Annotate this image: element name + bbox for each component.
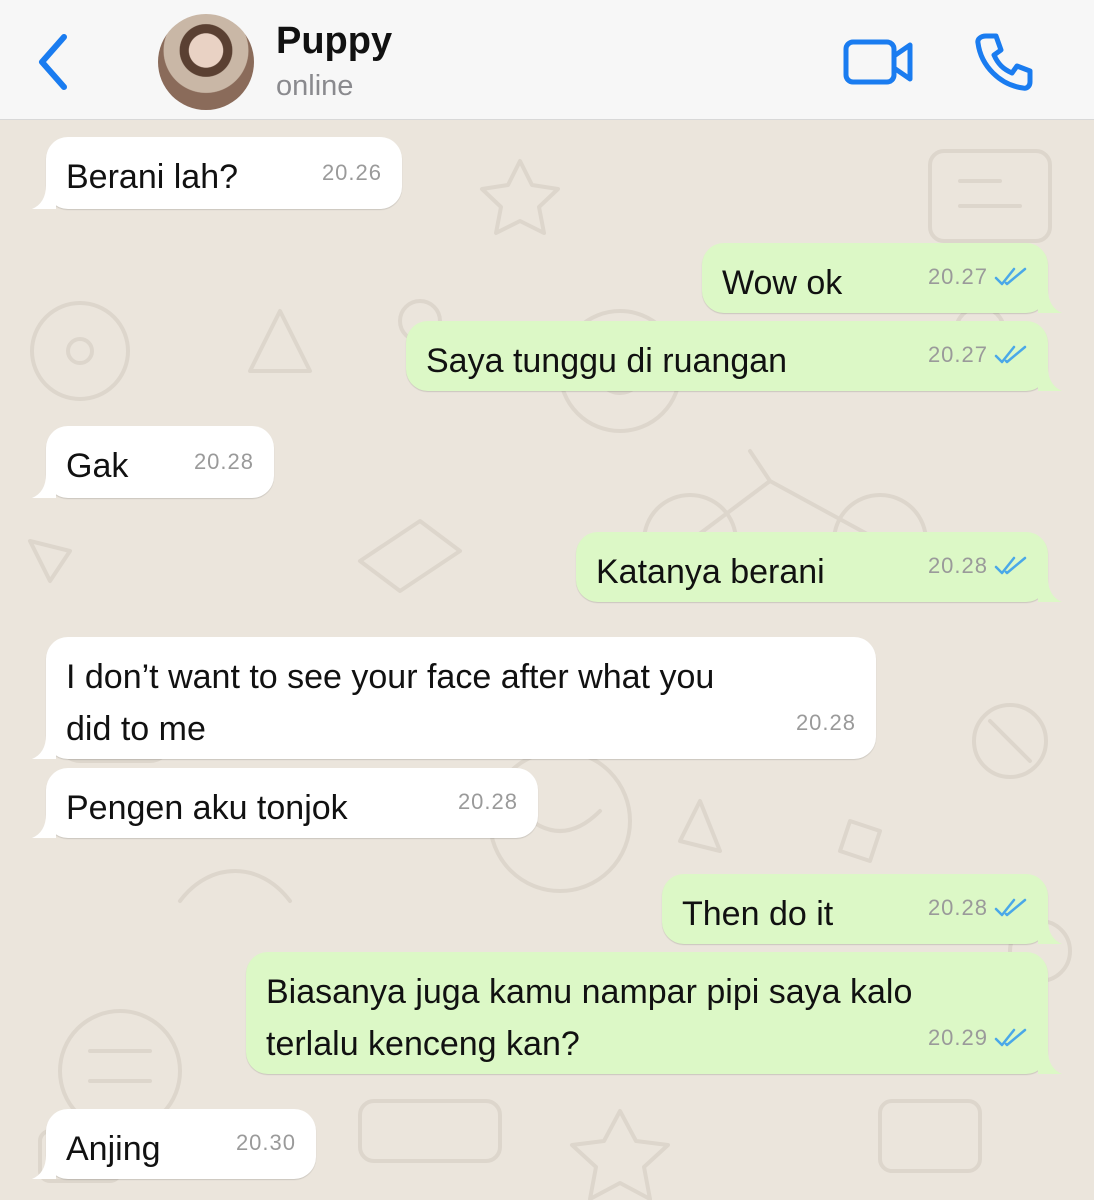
avatar[interactable]	[158, 14, 254, 110]
bubble-tail	[32, 814, 56, 838]
bubble-tail	[1038, 289, 1062, 313]
double-check-read-icon	[994, 898, 1027, 917]
incoming-message[interactable]: Berani lah? 20.26	[32, 137, 402, 209]
double-check-read-icon	[994, 345, 1027, 364]
message-meta: 20.28	[928, 882, 1028, 934]
double-check-read-icon	[994, 267, 1027, 286]
message-time: 20.28	[927, 553, 988, 578]
message-time: 20.28	[457, 789, 518, 814]
message-meta: 20.28	[194, 436, 254, 488]
bubble-tail	[1038, 578, 1062, 602]
message-time: 20.28	[795, 710, 856, 735]
message-meta: 20.28	[928, 540, 1028, 592]
message-meta: 20.28	[458, 776, 518, 828]
outgoing-message[interactable]: Then do it 20.28	[662, 874, 1062, 944]
bubble-tail	[1038, 367, 1062, 391]
message-text: I don’t want to see your face after what…	[66, 658, 715, 748]
double-check-read-icon	[994, 1028, 1027, 1047]
message-time: 20.27	[927, 264, 988, 289]
message-time: 20.28	[927, 895, 988, 920]
contact-name[interactable]: Puppy	[276, 20, 392, 63]
incoming-message[interactable]: Gak 20.28	[32, 426, 274, 498]
outgoing-message[interactable]: Wow ok 20.27	[702, 243, 1062, 313]
bubble-tail	[32, 474, 56, 498]
chat-header: Puppy online	[0, 0, 1094, 120]
video-camera-icon	[843, 39, 913, 85]
voice-call-button[interactable]	[972, 30, 1036, 94]
message-text: Biasanya juga kamu nampar pipi saya kalo…	[266, 973, 913, 1063]
incoming-message[interactable]: Anjing 20.30	[32, 1109, 316, 1179]
message-meta: 20.26	[322, 147, 382, 199]
message-time: 20.27	[927, 342, 988, 367]
video-call-button[interactable]	[842, 34, 914, 90]
message-time: 20.26	[321, 160, 382, 185]
message-meta: 20.27	[928, 251, 1028, 303]
back-button[interactable]	[28, 30, 78, 94]
outgoing-message[interactable]: Katanya berani 20.28	[576, 532, 1062, 602]
chevron-left-icon	[39, 34, 67, 90]
message-time: 20.30	[235, 1130, 296, 1155]
message-meta: 20.30	[236, 1117, 296, 1169]
phone-icon	[975, 33, 1033, 91]
incoming-message[interactable]: Pengen aku tonjok 20.28	[32, 768, 538, 838]
message-meta: 20.28	[796, 697, 856, 749]
outgoing-message[interactable]: Biasanya juga kamu nampar pipi saya kalo…	[246, 952, 1062, 1074]
contact-status: online	[276, 70, 354, 102]
message-time: 20.29	[927, 1025, 988, 1050]
message-time: 20.28	[193, 449, 254, 474]
message-meta: 20.27	[928, 329, 1028, 381]
message-text: Pengen aku tonjok	[66, 789, 348, 827]
bubble-tail	[32, 735, 56, 759]
outgoing-message[interactable]: Saya tunggu di ruangan 20.27	[406, 321, 1062, 391]
bubble-tail	[32, 185, 56, 209]
bubble-tail	[1038, 1050, 1062, 1074]
double-check-read-icon	[994, 556, 1027, 575]
message-meta: 20.29	[928, 1012, 1028, 1064]
bubble-tail	[32, 1155, 56, 1179]
bubble-tail	[1038, 920, 1062, 944]
chat-area[interactable]: Berani lah? 20.26 Wow ok 20.27 Saya tunggu d…	[0, 121, 1094, 1200]
incoming-message[interactable]: I don’t want to see your face after what…	[32, 637, 876, 759]
